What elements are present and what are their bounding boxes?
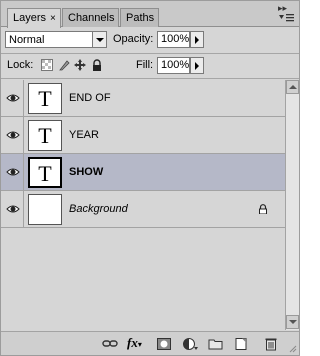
fill-label: Fill: bbox=[136, 59, 154, 71]
tab-layers[interactable]: Layers × bbox=[7, 8, 61, 28]
visibility-toggle[interactable] bbox=[2, 80, 24, 116]
eye-icon bbox=[6, 205, 20, 213]
eye-icon bbox=[6, 131, 20, 139]
divider bbox=[1, 78, 299, 79]
layer-row-end-of[interactable]: T END OF bbox=[1, 80, 285, 117]
padlock-icon bbox=[259, 204, 267, 214]
layer-style-fx-icon[interactable]: fx▾ bbox=[127, 335, 149, 350]
lock-position-icon[interactable] bbox=[74, 59, 86, 71]
tab-paths[interactable]: Paths bbox=[120, 8, 160, 27]
layer-name[interactable]: Background bbox=[69, 203, 128, 215]
tab-layers-label: Layers bbox=[13, 12, 47, 24]
text-layer-thumbnail[interactable]: T bbox=[28, 83, 62, 114]
fx-label: fx bbox=[127, 335, 138, 350]
background-thumbnail[interactable] bbox=[28, 194, 62, 225]
layer-row-show[interactable]: T SHOW bbox=[1, 154, 285, 191]
layer-name[interactable]: SHOW bbox=[69, 166, 103, 178]
layer-mask-icon[interactable] bbox=[156, 337, 172, 351]
text-layer-thumbnail[interactable]: T bbox=[28, 120, 62, 151]
visibility-toggle[interactable] bbox=[2, 117, 24, 153]
text-layer-icon: T bbox=[38, 161, 52, 186]
text-layer-icon: T bbox=[38, 123, 52, 148]
visibility-toggle[interactable] bbox=[2, 154, 24, 190]
opacity-slider-button[interactable] bbox=[190, 31, 204, 48]
layer-row-year[interactable]: T YEAR bbox=[1, 117, 285, 154]
opacity-input[interactable]: 100% bbox=[157, 31, 190, 48]
chevron-down-icon[interactable] bbox=[92, 32, 106, 47]
scroll-up-arrow-icon[interactable] bbox=[286, 80, 299, 94]
tab-channels[interactable]: Channels bbox=[62, 8, 120, 27]
text-layer-thumbnail[interactable]: T bbox=[28, 157, 62, 188]
link-layers-icon[interactable] bbox=[102, 337, 118, 351]
tab-paths-label: Paths bbox=[126, 12, 155, 24]
layer-name[interactable]: YEAR bbox=[69, 129, 99, 141]
blend-mode-select[interactable]: Normal bbox=[5, 31, 107, 48]
resize-grip-icon[interactable] bbox=[289, 345, 297, 353]
adjustment-layer-icon[interactable] bbox=[182, 337, 198, 351]
new-group-icon[interactable] bbox=[208, 337, 224, 351]
visibility-toggle[interactable] bbox=[2, 191, 24, 227]
close-tab-icon[interactable]: × bbox=[50, 13, 56, 24]
scroll-down-arrow-icon[interactable] bbox=[286, 315, 299, 329]
eye-icon bbox=[6, 94, 20, 102]
tab-channels-label: Channels bbox=[68, 12, 115, 24]
layer-row-background[interactable]: Background bbox=[1, 191, 285, 228]
blend-mode-value: Normal bbox=[9, 34, 45, 46]
tab-bar: Layers × Channels Paths ▸▸ bbox=[1, 1, 299, 28]
opacity-label: Opacity: bbox=[113, 33, 154, 45]
vertical-scrollbar[interactable] bbox=[285, 80, 299, 330]
layers-bottom-toolbar: fx▾ bbox=[1, 331, 299, 355]
delete-layer-icon[interactable] bbox=[263, 337, 279, 351]
divider bbox=[1, 53, 299, 54]
layers-list: T END OF T YEAR T SHOW Background bbox=[1, 80, 285, 330]
lock-transparent-pixels-icon[interactable] bbox=[41, 59, 53, 71]
fill-input[interactable]: 100% bbox=[157, 57, 190, 74]
fill-slider-button[interactable] bbox=[190, 57, 204, 74]
lock-all-icon[interactable] bbox=[91, 59, 103, 71]
layers-panel: Layers × Channels Paths ▸▸ Normal Opacity… bbox=[0, 0, 300, 356]
text-layer-icon: T bbox=[38, 86, 52, 111]
layer-name[interactable]: END OF bbox=[69, 92, 111, 104]
lock-label: Lock: bbox=[7, 59, 34, 71]
new-layer-icon[interactable] bbox=[233, 337, 249, 351]
eye-icon bbox=[6, 168, 20, 176]
lock-image-pixels-icon[interactable] bbox=[58, 59, 70, 71]
panel-menu-icon[interactable] bbox=[277, 12, 295, 24]
